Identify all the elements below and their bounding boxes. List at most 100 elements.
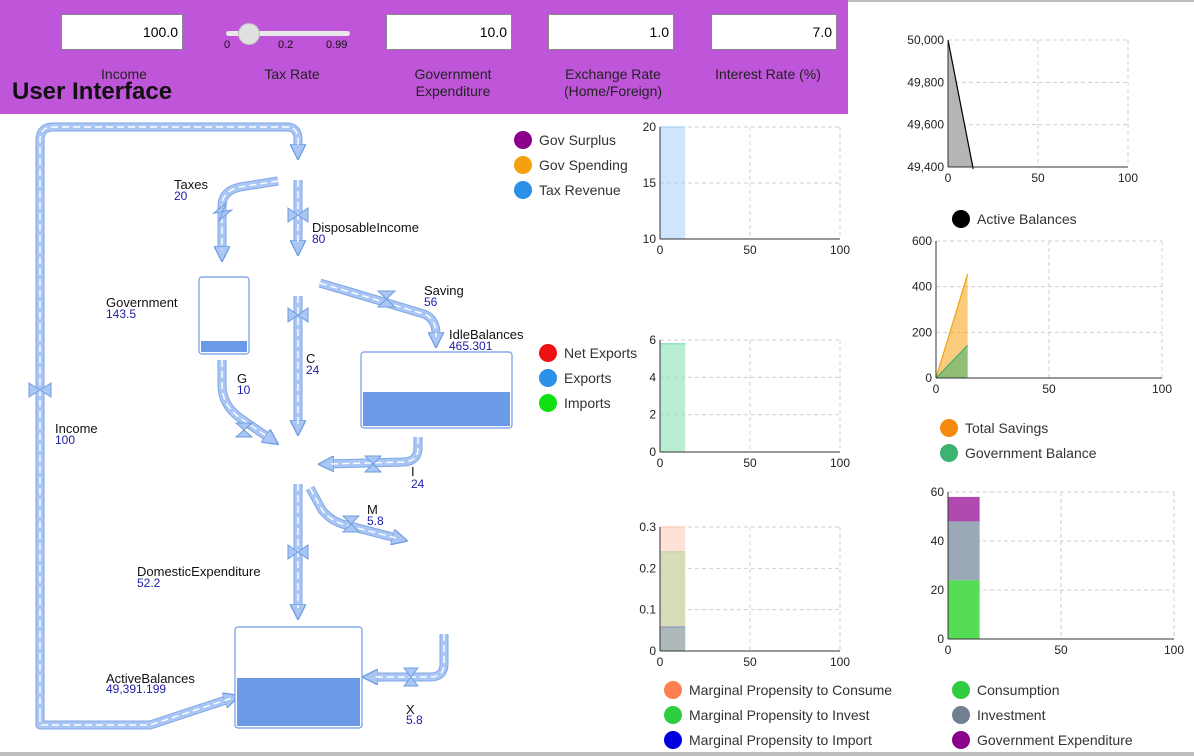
legend-text: Consumption — [977, 682, 1060, 698]
government-expenditure-label-line1: Government — [414, 66, 492, 82]
government-stock[interactable] — [198, 276, 250, 355]
y-tick-label: 49,800 — [907, 75, 944, 89]
y-tick-label: 0 — [649, 445, 656, 459]
legend-dot — [664, 706, 682, 724]
x-value: 5.8 — [406, 713, 423, 727]
legend-dot — [539, 344, 557, 362]
x-tick-label: 50 — [743, 655, 757, 669]
x-tick-label: 0 — [945, 643, 952, 657]
x-tick-label: 100 — [1164, 643, 1184, 657]
g-value: 10 — [237, 383, 251, 397]
idle-balances-stock[interactable] — [360, 351, 513, 429]
active-balances-stock[interactable] — [234, 626, 363, 729]
legend-government-expenditure: Government Expenditure — [952, 731, 1133, 749]
y-tick-label: 0.1 — [639, 603, 656, 617]
legend-dot — [539, 394, 557, 412]
legend-dot — [664, 731, 682, 749]
legend-dot — [664, 681, 682, 699]
legend-text: Marginal Propensity to Invest — [689, 707, 870, 723]
legend-dot — [514, 131, 532, 149]
bar-segment — [948, 521, 980, 581]
x-tick-label: 100 — [830, 456, 850, 470]
x-tick-label: 100 — [1118, 171, 1138, 185]
y-tick-label: 40 — [931, 534, 945, 548]
legend-total-savings: Total Savings — [940, 419, 1048, 437]
top-divider — [848, 0, 1194, 2]
x-tick-label: 50 — [1054, 643, 1068, 657]
legend-text: Government Balance — [965, 445, 1097, 461]
legend-investment: Investment — [952, 706, 1045, 724]
taxes-value: 20 — [174, 189, 188, 203]
legend-dot — [952, 681, 970, 699]
income-input[interactable] — [61, 14, 183, 50]
legend-text: Imports — [564, 395, 611, 411]
y-tick-label: 0 — [937, 632, 944, 646]
legend-dot — [952, 706, 970, 724]
legend-text: Net Exports — [564, 345, 638, 361]
legend-active-balances: Active Balances — [952, 210, 1077, 228]
legend-text: Government Expenditure — [977, 732, 1133, 748]
active-balances-value: 49,391.199 — [106, 682, 167, 696]
y-tick-label: 50,000 — [907, 33, 944, 47]
x-tick-label: 0 — [657, 243, 664, 257]
trade-chart: 0 50 100 0 2 4 6 — [649, 333, 850, 470]
y-tick-label: 600 — [912, 234, 932, 248]
legend-imports: Imports — [539, 394, 611, 412]
tax-rate-value: 0.2 — [278, 39, 294, 51]
gov-chart: 0 50 100 10 15 20 — [643, 120, 851, 257]
bar-segment — [948, 580, 980, 639]
y-tick-label: 0.2 — [639, 561, 656, 575]
legend-text: Gov Spending — [539, 157, 628, 173]
y-tick-label: 20 — [643, 120, 657, 134]
legend-government-balance: Government Balance — [940, 444, 1097, 462]
y-tick-label: 60 — [931, 485, 945, 499]
legend-text: Marginal Propensity to Import — [689, 732, 872, 748]
savings-chart: 0 50 100 0 200 400 600 — [912, 234, 1172, 396]
domestic-expenditure-value: 52.2 — [137, 576, 161, 590]
y-tick-label: 20 — [931, 583, 945, 597]
y-tick-label: 200 — [912, 325, 932, 339]
y-tick-label: 0.3 — [639, 520, 656, 534]
y-tick-label: 6 — [649, 333, 656, 347]
y-tick-label: 400 — [912, 280, 932, 294]
y-tick-label: 0 — [649, 644, 656, 658]
tax-rate-min: 0 — [224, 39, 231, 51]
exchange-rate-label-line1: Exchange Rate — [565, 66, 661, 82]
page-title: User Interface — [12, 78, 173, 105]
tax-rate-slider-knob[interactable] — [238, 23, 260, 45]
government-expenditure-input[interactable] — [386, 14, 512, 50]
i-value: 24 — [411, 477, 425, 491]
window-bottom-strip — [0, 752, 1194, 756]
y-tick-label: 15 — [643, 176, 657, 190]
y-tick-label: 49,400 — [907, 160, 944, 174]
legend-mpi: Marginal Propensity to Invest — [664, 706, 870, 724]
legend-dot — [514, 181, 532, 199]
taxes-valve[interactable] — [211, 201, 234, 222]
legend-dot — [514, 156, 532, 174]
m-value: 5.8 — [367, 514, 384, 528]
legend-mpm: Marginal Propensity to Import — [664, 731, 872, 749]
legend-dot — [952, 210, 970, 228]
exchange-rate-label-line2: (Home/Foreign) — [563, 83, 663, 99]
interest-rate-input[interactable] — [711, 14, 837, 50]
legend-tax-revenue: Tax Revenue — [514, 181, 621, 199]
c-value: 24 — [306, 363, 320, 377]
y-tick-label: 10 — [643, 232, 657, 246]
legend-consumption: Consumption — [952, 681, 1060, 699]
legend-text: Gov Surplus — [539, 132, 617, 148]
legend-net-exports: Net Exports — [539, 344, 637, 362]
saving-value: 56 — [424, 295, 438, 309]
bar-segment — [948, 496, 980, 522]
exchange-rate-input[interactable] — [548, 14, 674, 50]
government-expenditure-label-line2: Expenditure — [415, 83, 491, 99]
disposable-income-value: 80 — [312, 232, 326, 246]
legend-text: Active Balances — [977, 211, 1077, 227]
exchange-rate-label: Exchange Rate (Home/Foreign) — [548, 66, 678, 100]
series-area — [660, 627, 686, 651]
x-tick-label: 0 — [657, 655, 664, 669]
tax-rate-label: Tax Rate — [264, 66, 320, 82]
legend-dot — [940, 444, 958, 462]
legend-mpc: Marginal Propensity to Consume — [664, 681, 892, 699]
x-tick-label: 50 — [1042, 382, 1056, 396]
idle-balances-value: 465.301 — [449, 339, 493, 353]
